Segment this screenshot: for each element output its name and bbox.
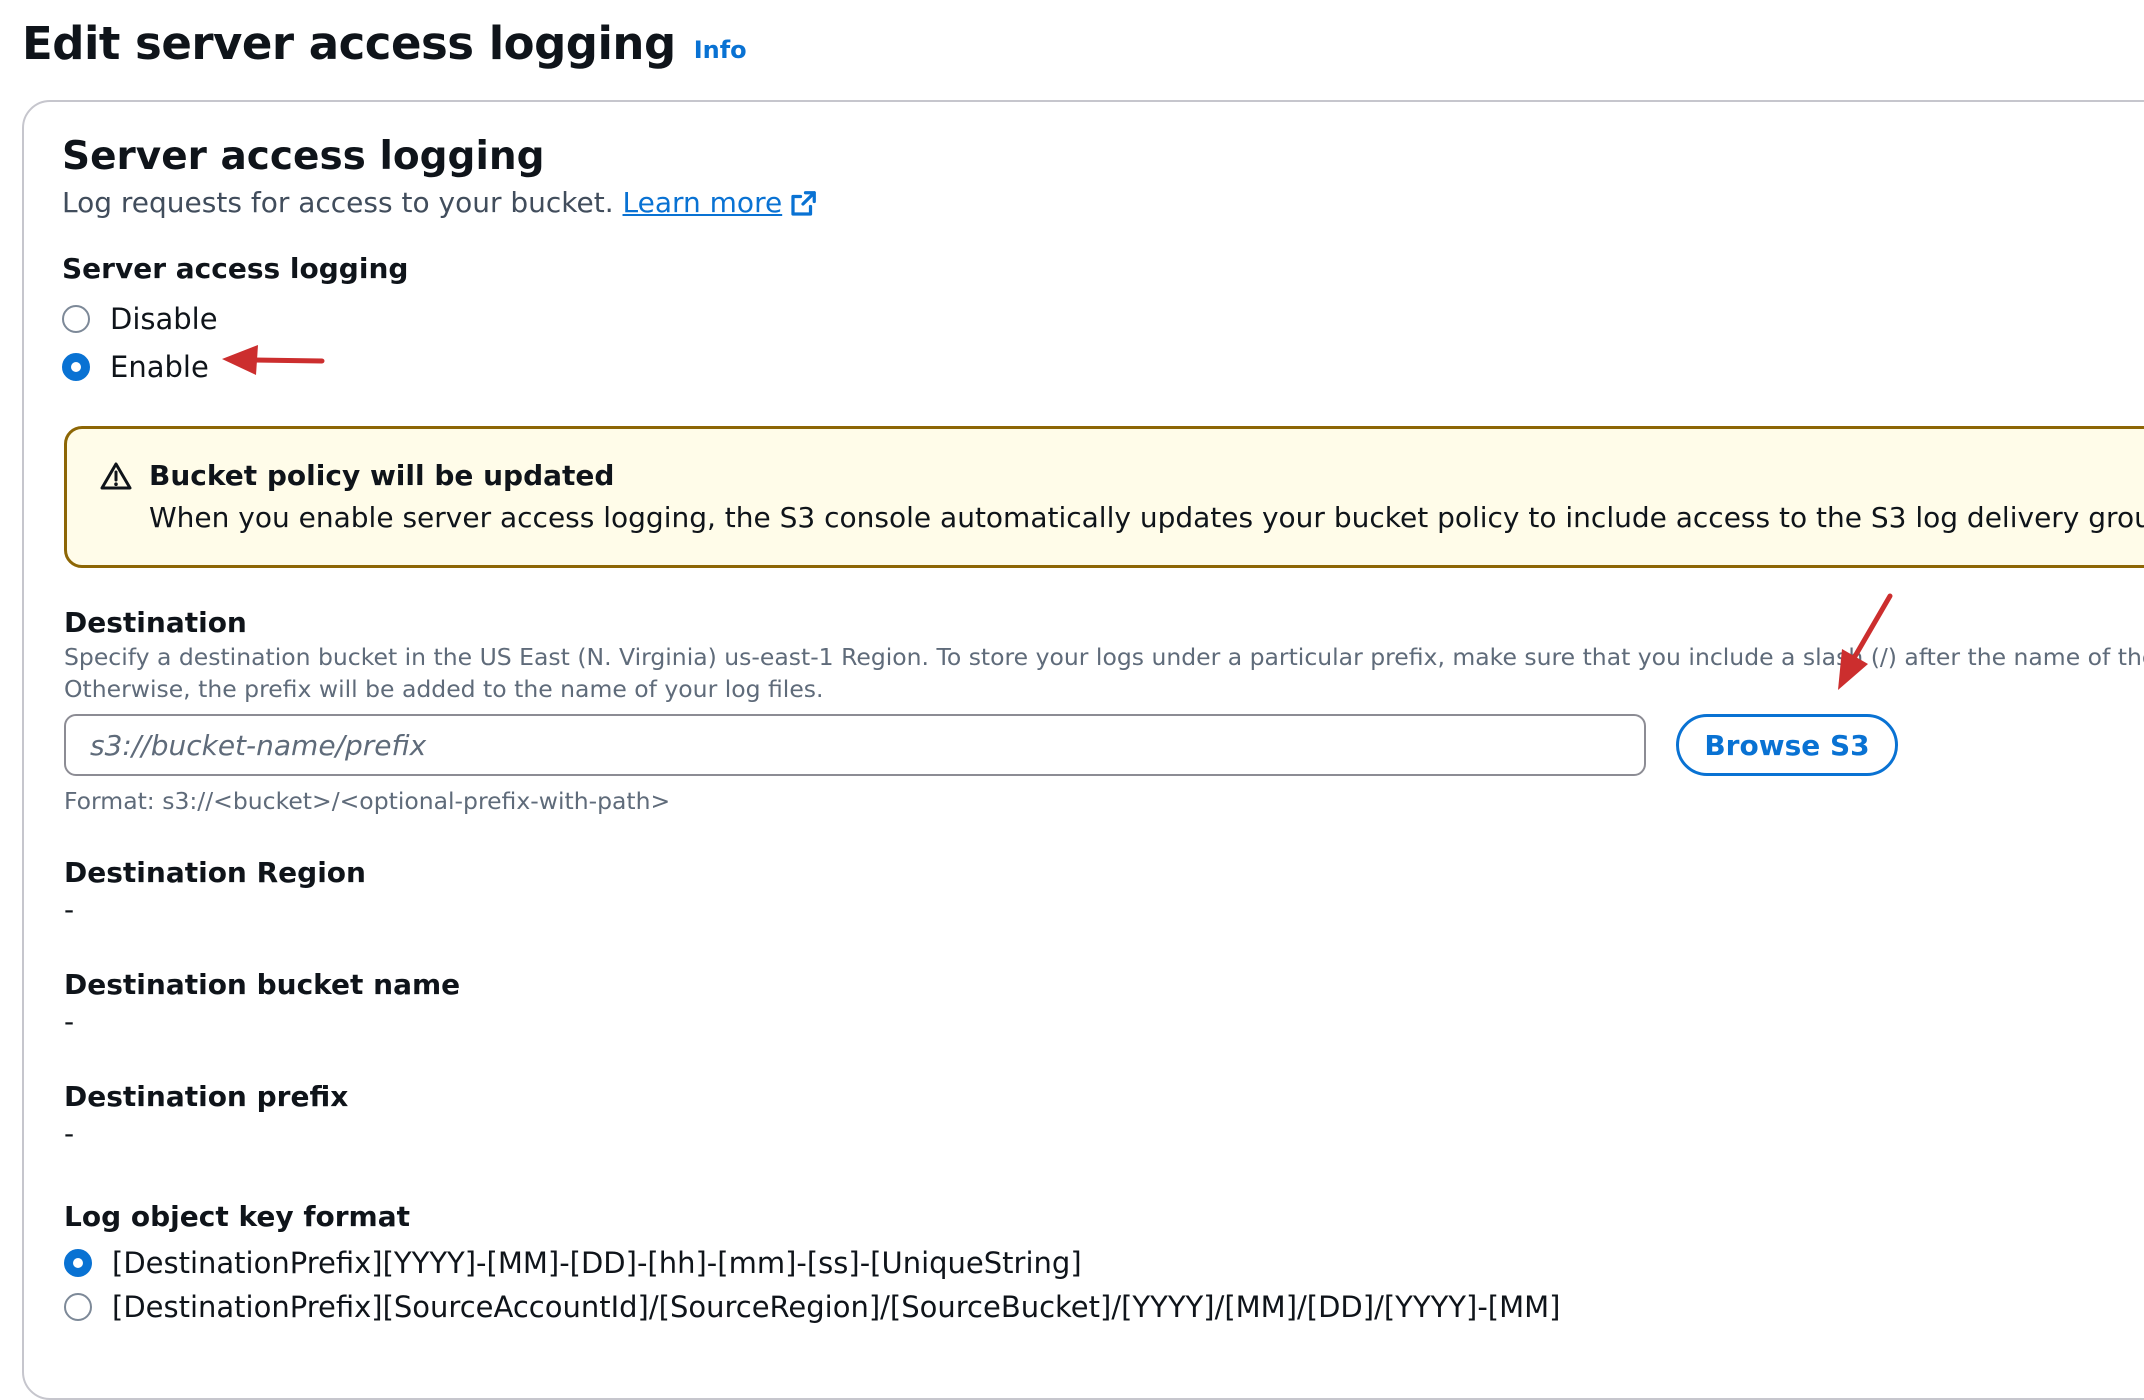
radio-key-format-partitioned-label: [DestinationPrefix][SourceAccountId]/[So… [112, 1290, 1561, 1324]
alert-body: When you enable server access logging, t… [149, 501, 2144, 534]
radio-key-format-partitioned[interactable]: [DestinationPrefix][SourceAccountId]/[So… [64, 1290, 1560, 1324]
alert-title: Bucket policy will be updated [149, 459, 615, 492]
radio-disable[interactable]: Disable [62, 302, 218, 336]
warning-icon [100, 462, 132, 490]
logging-field-label: Server access logging [62, 252, 409, 285]
radio-key-format-simple-label: [DestinationPrefix][YYYY]-[MM]-[DD]-[hh]… [112, 1246, 1082, 1280]
radio-disable-label: Disable [110, 302, 218, 336]
page-title: Edit server access logging [22, 16, 676, 70]
destination-description-line1: Specify a destination bucket in the US E… [64, 643, 2144, 671]
radio-key-format-partitioned-circle[interactable] [64, 1293, 92, 1321]
browse-s3-button[interactable]: Browse S3 [1676, 714, 1898, 776]
radio-key-format-simple-circle[interactable] [64, 1249, 92, 1277]
destination-input[interactable] [64, 714, 1646, 776]
radio-enable-label: Enable [110, 350, 209, 384]
radio-enable-circle[interactable] [62, 353, 90, 381]
page-header: Edit server access logging Info [22, 8, 747, 78]
section-title: Server access logging [62, 134, 545, 179]
destination-region-value: - [64, 893, 75, 926]
section-description: Log requests for access to your bucket. … [62, 186, 818, 219]
section-description-text: Log requests for access to your bucket. [62, 186, 614, 219]
radio-key-format-simple[interactable]: [DestinationPrefix][YYYY]-[MM]-[DD]-[hh]… [64, 1246, 1082, 1280]
destination-label: Destination [64, 606, 247, 639]
radio-disable-circle[interactable] [62, 305, 90, 333]
key-format-label: Log object key format [64, 1200, 411, 1233]
destination-bucket-value: - [64, 1005, 75, 1038]
destination-bucket-label: Destination bucket name [64, 968, 461, 1001]
format-hint: Format: s3://<bucket>/<optional-prefix-w… [64, 787, 671, 815]
destination-description-line2: Otherwise, the prefix will be added to t… [64, 675, 824, 703]
radio-enable[interactable]: Enable [62, 350, 209, 384]
learn-more-label: Learn more [622, 186, 783, 219]
bucket-policy-alert: Bucket policy will be updated When you e… [64, 426, 2144, 568]
destination-region-label: Destination Region [64, 856, 366, 889]
learn-more-link[interactable]: Learn more [623, 186, 819, 219]
destination-prefix-value: - [64, 1117, 75, 1150]
info-link[interactable]: Info [694, 36, 747, 64]
destination-prefix-label: Destination prefix [64, 1080, 349, 1113]
external-link-icon [791, 191, 817, 216]
